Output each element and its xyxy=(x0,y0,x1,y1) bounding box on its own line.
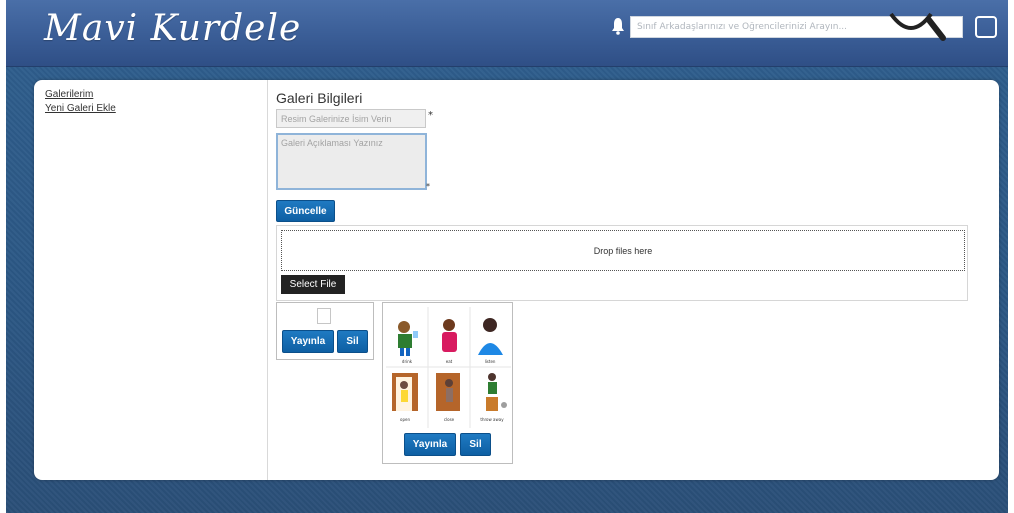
gallery-item-checkbox[interactable] xyxy=(317,308,331,324)
menu-toggle-icon[interactable] xyxy=(975,16,997,38)
upload-area: Drop files here Select File xyxy=(276,225,968,301)
caption-listen: listen xyxy=(485,359,496,364)
gallery-item: Yayınla Sil xyxy=(276,302,374,360)
caption-close: close xyxy=(444,417,455,422)
required-mark: * xyxy=(428,110,433,121)
delete-button[interactable]: Sil xyxy=(460,433,491,456)
site-logo[interactable]: Mavi Kurdele xyxy=(44,8,301,49)
sidebar-item-add-gallery[interactable]: Yeni Galeri Ekle xyxy=(45,102,267,116)
notification-bell-icon[interactable] xyxy=(611,17,625,35)
main-panel: Galerilerim Yeni Galeri Ekle Galeri Bilg… xyxy=(34,80,999,480)
section-title: Galeri Bilgileri xyxy=(276,90,363,106)
gallery-description-textarea[interactable] xyxy=(276,133,427,190)
caption-open: open xyxy=(400,417,410,422)
gallery-item: drink eat listen open close throw away Y… xyxy=(382,302,513,464)
sidebar-item-my-galleries[interactable]: Galerilerim xyxy=(45,88,267,102)
dropzone[interactable]: Drop files here xyxy=(281,230,965,271)
gallery-name-input[interactable] xyxy=(276,109,426,128)
gallery-editor: Galeri Bilgileri * * Güncelle Drop files… xyxy=(276,80,999,480)
search-icon[interactable] xyxy=(885,8,949,42)
delete-button[interactable]: Sil xyxy=(337,330,368,353)
required-mark: * xyxy=(426,182,430,191)
caption-throw-away: throw away xyxy=(480,417,504,422)
publish-button[interactable]: Yayınla xyxy=(282,330,334,353)
dropzone-text: Drop files here xyxy=(593,245,653,256)
select-file-button[interactable]: Select File xyxy=(281,275,345,294)
caption-drink: drink xyxy=(402,359,413,364)
publish-button[interactable]: Yayınla xyxy=(404,433,456,456)
update-button[interactable]: Güncelle xyxy=(276,200,335,222)
sidebar: Galerilerim Yeni Galeri Ekle xyxy=(34,80,268,480)
gallery-image-thumbnail[interactable]: drink eat listen open close throw away xyxy=(386,307,511,428)
caption-eat: eat xyxy=(446,359,453,364)
